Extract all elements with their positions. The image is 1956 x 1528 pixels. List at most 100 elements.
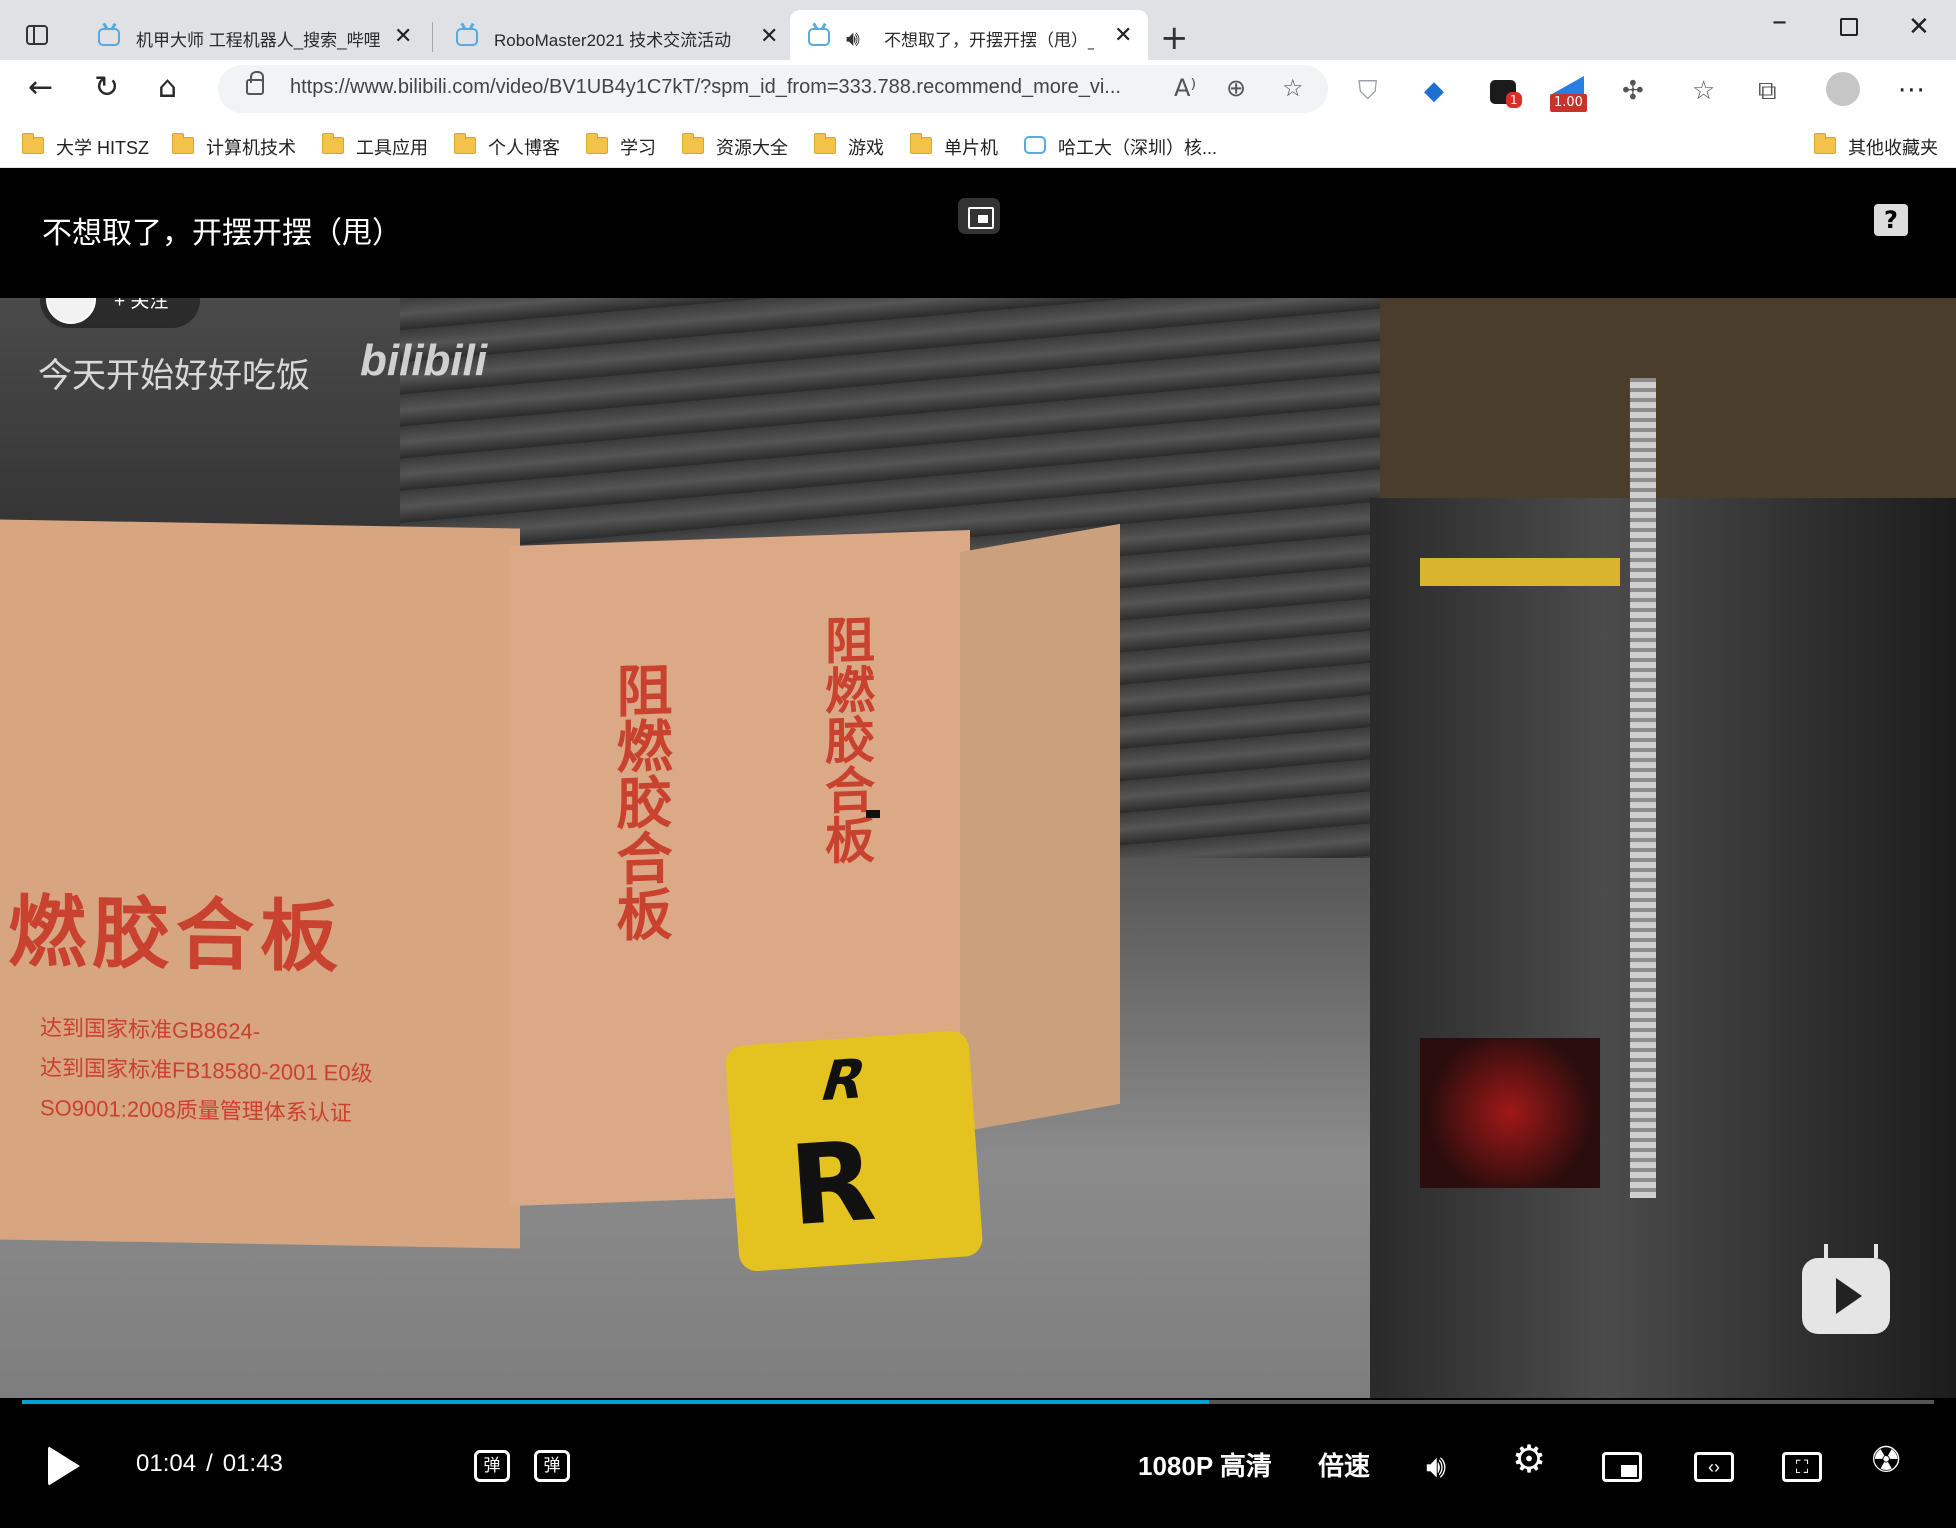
box-print: 燃胶合板 [8, 887, 345, 982]
total-time: 01:43 [222, 1450, 283, 1477]
read-aloud-icon[interactable]: A⁾ [1174, 74, 1196, 102]
box-print: 阻燃胶合板 [818, 613, 874, 866]
folder-icon [910, 133, 932, 154]
box-print: 达到国家标准FB18580-2001 E0级 [40, 1055, 373, 1086]
current-time: 01:04 [136, 1450, 197, 1477]
zoom-icon[interactable]: ⊕ [1226, 74, 1246, 102]
lock-icon[interactable] [246, 71, 264, 95]
bookmark-label: 计算机技术 [206, 138, 296, 158]
home-icon[interactable]: ⌂ [158, 68, 177, 108]
close-tab-icon[interactable]: ✕ [760, 26, 778, 48]
video-scene-cube: R R [724, 1029, 984, 1273]
follow-button[interactable]: + 关注 [114, 298, 168, 313]
tab-separator [432, 22, 433, 52]
uploader-badge[interactable]: + 关注 [40, 298, 200, 328]
video-scene-robot-rack [1630, 378, 1656, 1198]
bookmark-label: 哈工大（深圳）核... [1058, 138, 1218, 158]
diamond-extension-icon[interactable]: ◆ [1424, 76, 1444, 106]
video-scene-robot-lights [1420, 1038, 1600, 1188]
danmaku-toggle-icon[interactable]: 弹 [474, 1450, 510, 1482]
close-tab-icon[interactable]: ✕ [394, 26, 412, 48]
close-tab-icon[interactable]: ✕ [1114, 25, 1132, 47]
picture-in-picture-icon[interactable] [1602, 1452, 1642, 1482]
progress-bar[interactable] [22, 1400, 1934, 1404]
video-frame[interactable]: 燃胶合板 达到国家标准GB8624- 达到国家标准FB18580-2001 E0… [0, 298, 1956, 1398]
uploader-avatar[interactable] [46, 298, 96, 324]
tab-title: RoboMaster2021 技术交流活动 [494, 31, 732, 50]
tab-robomaster[interactable]: RoboMaster2021 技术交流活动 ✕ [438, 16, 786, 60]
bilibili-favicon-icon [1024, 136, 1046, 154]
minimize-icon[interactable]: – [1772, 4, 1787, 39]
new-tab-button[interactable]: + [1160, 18, 1189, 58]
audio-playing-icon[interactable]: 🔊︎ [846, 27, 860, 52]
folder-icon [682, 133, 704, 154]
folder-icon [22, 133, 44, 154]
video-scene-box-right [960, 523, 1120, 1133]
quality-selector[interactable]: 1080P 高清 [1138, 1448, 1272, 1484]
playback-speed-button[interactable]: 倍速 [1318, 1448, 1370, 1484]
collections-icon[interactable]: ⧉ [1758, 76, 1777, 106]
bilibili-favicon-icon [808, 28, 830, 46]
video-title: 不想取了，开摆开摆（甩） [42, 217, 402, 250]
video-scene-robot-bar [1420, 558, 1620, 586]
exit-fullscreen-icon[interactable] [958, 198, 1000, 234]
favorites-icon[interactable]: ☆ [1692, 76, 1715, 106]
bilibili-favicon-icon [98, 28, 120, 46]
box-print: 阻燃胶合板 [609, 660, 672, 943]
video-watermark-text: 今天开始好好吃饭 [38, 357, 310, 395]
tab-actions-icon [26, 25, 48, 45]
browser-toolbar: ← ↻ ⌂ https://www.bilibili.com/video/BV1… [0, 60, 1956, 122]
mouse-cursor [866, 810, 880, 818]
folder-icon [454, 133, 476, 154]
tab-actions-button[interactable] [14, 16, 62, 56]
window-close-icon[interactable]: ✕ [1908, 12, 1930, 42]
tab-search[interactable]: 机甲大师 工程机器人_搜索_哔哩哔哩 ✕ [80, 16, 428, 60]
bookmark-label: 单片机 [944, 138, 998, 158]
cube-letter: R [785, 1116, 880, 1251]
speed-extension-value: 1.00 [1550, 94, 1587, 112]
folder-icon [322, 133, 344, 154]
maximize-icon[interactable] [1840, 18, 1858, 36]
extensions-puzzle-icon[interactable]: ✣ [1622, 76, 1644, 106]
address-bar[interactable]: https://www.bilibili.com/video/BV1UB4y1C… [218, 65, 1328, 113]
bilibili-favicon-icon [456, 28, 478, 46]
time-separator: / [206, 1450, 213, 1477]
bilibili-watermark-logo: bilibili [360, 336, 488, 385]
tab-title: 机甲大师 工程机器人_搜索_哔哩哔哩 [136, 31, 381, 50]
progress-bar-fill [22, 1400, 1210, 1404]
box-print: SO9001:2008质量管理体系认证 [40, 1095, 352, 1126]
widescreen-icon[interactable]: ‹› [1694, 1452, 1734, 1482]
profile-avatar-icon[interactable] [1826, 72, 1860, 106]
danmaku-settings-icon[interactable]: 弹 [534, 1450, 570, 1482]
tab-strip: 机甲大师 工程机器人_搜索_哔哩哔哩 ✕ RoboMaster2021 技术交流… [0, 0, 1956, 60]
extension-badge-count: 1 [1506, 92, 1522, 108]
help-icon[interactable]: ? [1874, 204, 1908, 236]
volume-icon[interactable]: 🔊︎ [1426, 1448, 1446, 1484]
reload-icon[interactable]: ↻ [94, 68, 119, 108]
fullscreen-icon[interactable]: ☢ [1870, 1442, 1902, 1478]
tab-title: 不想取了，开摆开摆（甩）_哔哩哔哩 [884, 31, 1094, 50]
play-icon[interactable] [48, 1446, 80, 1486]
add-favorite-icon[interactable]: ☆ [1282, 74, 1304, 102]
folder-icon [586, 133, 608, 154]
play-overlay-icon[interactable] [1802, 1258, 1890, 1334]
video-scene-box-left: 燃胶合板 达到国家标准GB8624- 达到国家标准FB18580-2001 E0… [0, 519, 520, 1249]
speed-extension-icon[interactable] [1552, 76, 1584, 94]
folder-icon [814, 133, 836, 154]
more-menu-icon[interactable]: ··· [1898, 76, 1926, 106]
url-text[interactable]: https://www.bilibili.com/video/BV1UB4y1C… [290, 76, 1170, 99]
folder-icon [1814, 133, 1836, 154]
tab-active-video[interactable]: 🔊︎ 不想取了，开摆开摆（甩）_哔哩哔哩 ✕ [790, 10, 1148, 60]
back-arrow-icon[interactable]: ← [28, 68, 53, 108]
bookmark-label: 游戏 [848, 138, 884, 158]
bookmark-label: 大学 HITSZ [56, 138, 149, 158]
shield-extension-icon[interactable]: ⛉ [1358, 76, 1378, 106]
bookmark-label: 资源大全 [716, 138, 788, 158]
player-header: 不想取了，开摆开摆（甩） ? [0, 168, 1956, 298]
web-fullscreen-icon[interactable]: ⛶ [1782, 1452, 1822, 1482]
bookmark-label: 个人博客 [488, 138, 560, 158]
folder-icon [172, 133, 194, 154]
player-controls: 01:04 / 01:43 弹 弹 1080P 高清 倍速 🔊︎ ⚙ ‹› ⛶ ☢ [0, 1398, 1956, 1528]
settings-gear-icon[interactable]: ⚙ [1512, 1441, 1546, 1479]
bookmarks-bar: 大学 HITSZ 计算机技术 工具应用 个人博客 学习 资源大全 游戏 单片机 … [0, 122, 1956, 168]
